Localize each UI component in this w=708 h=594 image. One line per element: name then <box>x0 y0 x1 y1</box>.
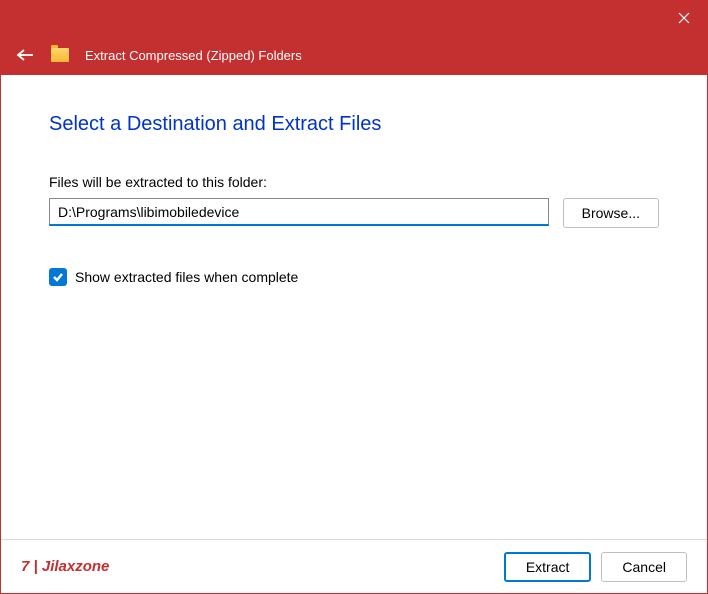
page-heading: Select a Destination and Extract Files <box>49 113 659 136</box>
wizard-title: Extract Compressed (Zipped) Folders <box>85 48 302 63</box>
path-label: Files will be extracted to this folder: <box>49 174 659 190</box>
watermark-text: 7 | Jilaxzone <box>21 558 109 575</box>
extract-button[interactable]: Extract <box>504 552 592 582</box>
path-row: Browse... <box>49 198 659 228</box>
close-icon <box>678 12 690 24</box>
wizard-header: Extract Compressed (Zipped) Folders <box>1 35 707 75</box>
browse-button[interactable]: Browse... <box>563 198 659 228</box>
compressed-folder-icon <box>51 48 69 62</box>
extract-wizard-window: Extract Compressed (Zipped) Folders Sele… <box>0 0 708 594</box>
checkmark-icon <box>52 272 64 282</box>
show-extracted-label: Show extracted files when complete <box>75 269 298 285</box>
back-button[interactable] <box>15 45 35 65</box>
arrow-left-icon <box>16 48 34 62</box>
destination-path-input[interactable] <box>49 198 549 226</box>
show-extracted-row: Show extracted files when complete <box>49 268 659 286</box>
close-button[interactable] <box>661 1 707 35</box>
cancel-button[interactable]: Cancel <box>601 552 687 582</box>
footer: 7 | Jilaxzone Extract Cancel <box>1 539 707 593</box>
content-area: Select a Destination and Extract Files F… <box>1 75 707 539</box>
titlebar <box>1 1 707 35</box>
show-extracted-checkbox[interactable] <box>49 268 67 286</box>
